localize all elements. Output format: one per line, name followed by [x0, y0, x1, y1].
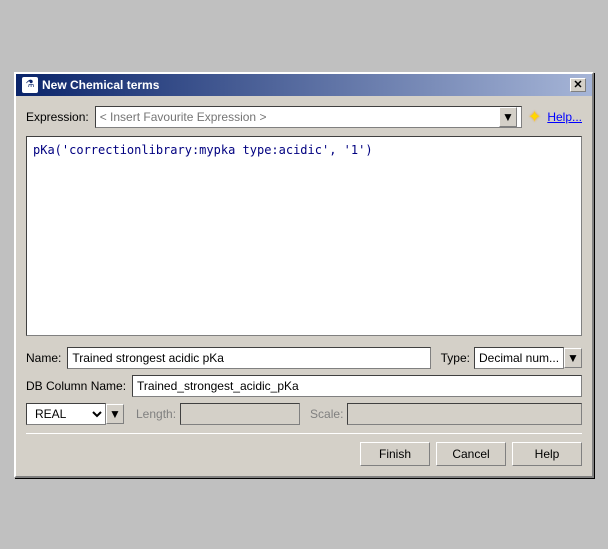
expression-dropdown-button[interactable]: ▼ — [499, 107, 517, 127]
type-label: Type: — [441, 351, 470, 365]
db-column-input[interactable] — [132, 375, 582, 397]
expression-label: Expression: — [26, 110, 89, 124]
scale-input — [347, 403, 582, 425]
window-icon: ⚗ — [22, 77, 38, 93]
window-body: Expression: ▼ ✦ Help... pKa('correctionl… — [16, 96, 592, 476]
datatype-combo: REAL ▼ — [26, 403, 124, 425]
expression-editor[interactable]: pKa('correctionlibrary:mypka type:acidic… — [26, 136, 582, 336]
divider — [26, 433, 582, 434]
name-label: Name: — [26, 351, 61, 365]
cancel-button[interactable]: Cancel — [436, 442, 506, 466]
db-column-label: DB Column Name: — [26, 379, 126, 393]
button-row: Finish Cancel Help — [26, 442, 582, 466]
type-combo: ▼ — [474, 347, 582, 369]
title-bar: ⚗ New Chemical terms ✕ — [16, 74, 592, 96]
datatype-select[interactable]: REAL — [26, 403, 106, 425]
name-row: Name: Type: ▼ — [26, 347, 582, 369]
scale-label: Scale: — [310, 407, 343, 421]
datatype-row: REAL ▼ Length: Scale: — [26, 403, 582, 425]
finish-button[interactable]: Finish — [360, 442, 430, 466]
title-bar-left: ⚗ New Chemical terms — [22, 77, 159, 93]
db-column-row: DB Column Name: — [26, 375, 582, 397]
favourite-star-icon[interactable]: ✦ — [528, 107, 541, 127]
name-input[interactable] — [67, 347, 430, 369]
type-input[interactable] — [474, 347, 564, 369]
type-dropdown-button[interactable]: ▼ — [564, 348, 582, 368]
main-window: ⚗ New Chemical terms ✕ Expression: ▼ ✦ H… — [14, 72, 594, 478]
length-input — [180, 403, 300, 425]
window-title: New Chemical terms — [42, 78, 159, 92]
expression-select[interactable] — [100, 110, 499, 124]
datatype-dropdown-button[interactable]: ▼ — [106, 404, 124, 424]
expression-row: Expression: ▼ ✦ Help... — [26, 106, 582, 128]
length-label: Length: — [136, 407, 176, 421]
expression-combo: ▼ — [95, 106, 522, 128]
help-link[interactable]: Help... — [547, 110, 582, 124]
help-button[interactable]: Help — [512, 442, 582, 466]
close-button[interactable]: ✕ — [570, 78, 586, 92]
